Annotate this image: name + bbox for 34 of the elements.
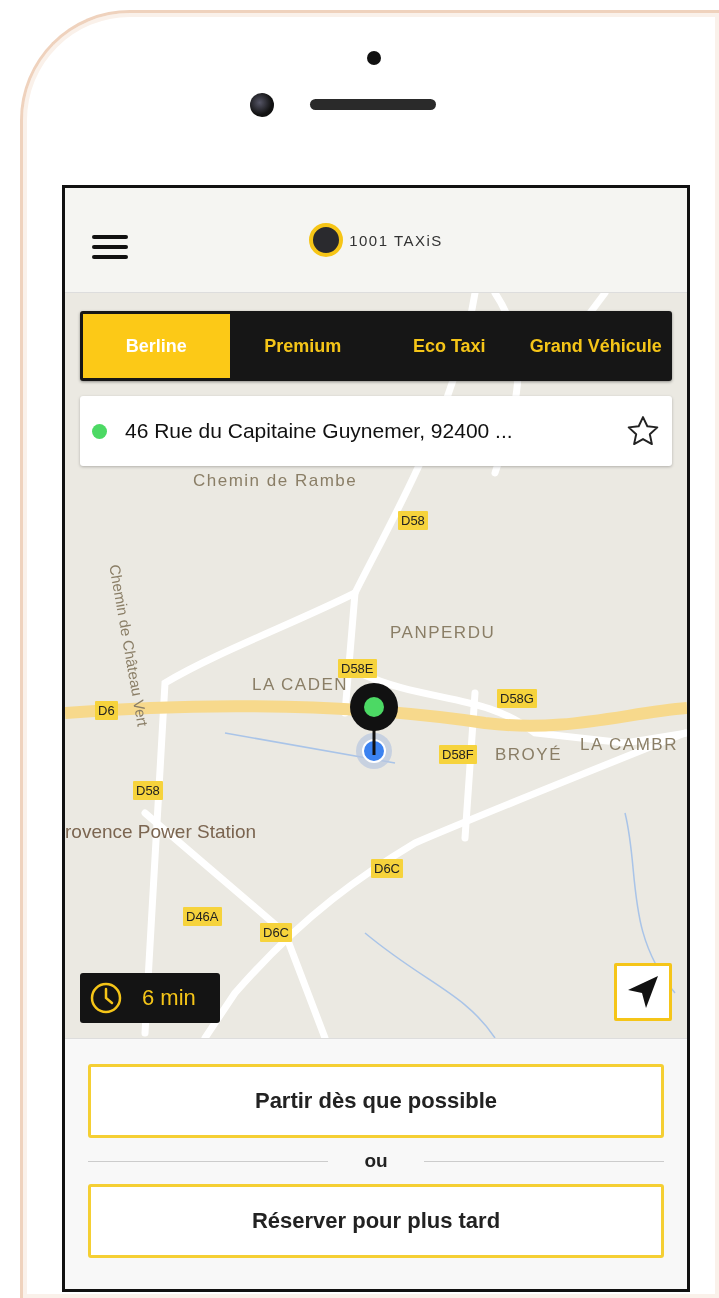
camera-lens xyxy=(250,93,274,117)
vehicle-tab[interactable]: Grand Véhicule xyxy=(522,314,669,378)
sensor-dot xyxy=(367,51,381,65)
address-card[interactable]: 46 Rue du Capitaine Guynemer, 92400 ... xyxy=(80,396,672,466)
map-label: BROYÉ xyxy=(495,745,563,765)
map[interactable] xyxy=(65,293,687,1038)
eta-text: 6 min xyxy=(142,985,196,1011)
road-label: D46A xyxy=(183,907,222,926)
map-label: LA CAMBR xyxy=(580,735,678,755)
star-icon[interactable] xyxy=(626,415,660,447)
road-label: D58E xyxy=(338,659,377,678)
clock-icon xyxy=(90,982,122,1014)
menu-icon[interactable] xyxy=(92,235,128,259)
navigation-arrow-icon xyxy=(627,975,659,1009)
road-label: D6 xyxy=(95,701,118,720)
map-label: PANPERDU xyxy=(390,623,496,643)
road-label: D58G xyxy=(497,689,537,708)
logo-text: 1001 TAXiS xyxy=(349,231,443,249)
logo-icon xyxy=(309,223,344,257)
map-label: Chemin de Rambe xyxy=(193,471,358,491)
action-button[interactable]: Réserver pour plus tard xyxy=(88,1184,664,1258)
road-label: D58 xyxy=(398,511,428,530)
vehicle-tab[interactable]: Eco Taxi xyxy=(376,314,523,378)
road-label: D58F xyxy=(439,745,477,764)
address-text: 46 Rue du Capitaine Guynemer, 92400 ... xyxy=(125,419,514,443)
vehicle-tab[interactable]: Premium xyxy=(229,314,376,378)
map-label: rovence Power Station xyxy=(65,821,257,843)
action-button[interactable]: Partir dès que possible xyxy=(88,1064,664,1138)
locate-button[interactable] xyxy=(614,963,672,1021)
road-label: D58 xyxy=(133,781,163,800)
road-label: D6C xyxy=(260,923,292,942)
map-label: LA CADEN xyxy=(252,675,349,695)
separator-text: ou xyxy=(364,1150,388,1172)
road-label: D6C xyxy=(371,859,403,878)
